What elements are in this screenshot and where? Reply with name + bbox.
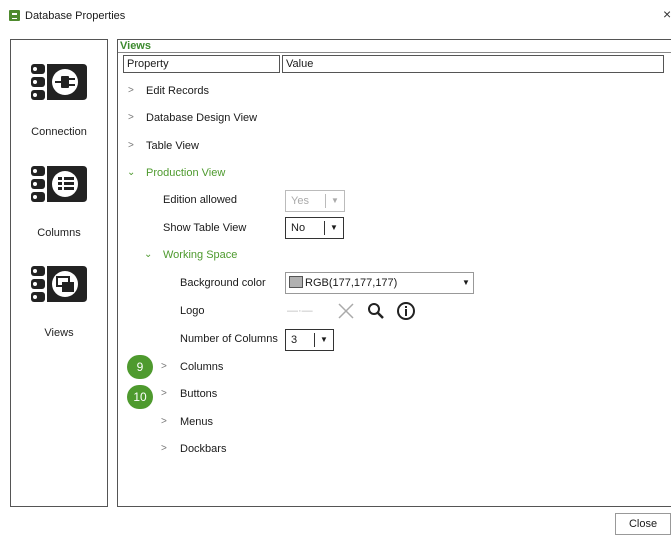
chevron-down-icon[interactable]: ⌄ bbox=[144, 245, 152, 265]
window-title: Database Properties bbox=[25, 10, 126, 22]
tree-label: Table View bbox=[146, 140, 199, 152]
chevron-right-icon[interactable]: > bbox=[128, 108, 134, 128]
properties-panel: Views Property Value > Edit Records > Da… bbox=[117, 39, 671, 507]
chevron-down-icon[interactable]: ⌄ bbox=[127, 163, 135, 183]
chevron-right-icon[interactable]: > bbox=[161, 412, 167, 432]
tree-label: Database Design View bbox=[146, 112, 258, 124]
server-columns-icon bbox=[31, 166, 87, 202]
server-plug-icon bbox=[31, 64, 87, 100]
server-views-icon bbox=[31, 266, 87, 302]
number-of-columns-select[interactable]: 3 ▼ bbox=[285, 329, 334, 351]
chevron-right-icon[interactable]: > bbox=[128, 136, 134, 156]
property-label-logo: Logo bbox=[180, 305, 205, 317]
chevron-right-icon[interactable]: > bbox=[161, 357, 167, 377]
chevron-right-icon[interactable]: > bbox=[128, 81, 134, 101]
clear-icon[interactable] bbox=[337, 302, 355, 320]
dropdown-arrow-icon: ▼ bbox=[462, 278, 470, 287]
dropdown-arrow-icon: ▼ bbox=[320, 335, 328, 344]
search-icon[interactable] bbox=[367, 302, 385, 320]
color-swatch bbox=[289, 276, 303, 288]
logo-placeholder: —·— bbox=[287, 305, 313, 317]
chevron-right-icon[interactable]: > bbox=[161, 384, 167, 404]
chevron-right-icon[interactable]: > bbox=[161, 439, 167, 459]
property-label-number-of-columns: Number of Columns bbox=[180, 333, 278, 345]
sidebar-item-label: Connection bbox=[31, 126, 87, 138]
column-header-property[interactable]: Property bbox=[123, 55, 280, 73]
tree-label: Production View bbox=[146, 167, 226, 179]
title-bar: Database Properties × bbox=[0, 0, 671, 32]
dropdown-arrow-icon: ▼ bbox=[330, 223, 338, 232]
tree-label: Edit Records bbox=[146, 85, 209, 97]
property-label-show-table-view: Show Table View bbox=[163, 222, 247, 234]
edition-allowed-select[interactable]: Yes ▼ bbox=[285, 190, 345, 212]
select-separator bbox=[314, 333, 315, 347]
step-badge-10: 10 bbox=[127, 385, 153, 409]
dropdown-arrow-icon: ▼ bbox=[331, 196, 339, 205]
property-label-background-color: Background color bbox=[180, 277, 266, 289]
section-title: Views bbox=[120, 40, 151, 52]
close-button[interactable]: Close bbox=[615, 513, 671, 535]
column-header-value[interactable]: Value bbox=[282, 55, 664, 73]
sidebar-item-label: Columns bbox=[37, 227, 81, 239]
select-value: 3 bbox=[291, 334, 298, 346]
select-value: Yes bbox=[291, 195, 309, 207]
info-icon[interactable] bbox=[396, 301, 416, 321]
app-logo-icon bbox=[9, 10, 20, 21]
tree-label: Columns bbox=[180, 361, 224, 373]
tree-label: Dockbars bbox=[180, 443, 227, 455]
sidebar-item-label: Views bbox=[44, 327, 74, 339]
select-value: RGB(177,177,177) bbox=[305, 277, 398, 289]
tree-label: Buttons bbox=[180, 388, 218, 400]
close-window-button[interactable]: × bbox=[663, 6, 671, 22]
select-value: No bbox=[291, 222, 306, 234]
select-separator bbox=[324, 221, 325, 235]
select-separator bbox=[325, 194, 326, 208]
tree-label: Working Space bbox=[163, 249, 238, 261]
property-label-edition-allowed: Edition allowed bbox=[163, 194, 237, 206]
step-badge-9: 9 bbox=[127, 355, 153, 379]
sidebar: Connection Columns Views bbox=[10, 39, 108, 507]
header-divider bbox=[118, 52, 671, 53]
tree-label: Menus bbox=[180, 416, 214, 428]
background-color-select[interactable]: RGB(177,177,177) ▼ bbox=[285, 272, 474, 294]
show-table-view-select[interactable]: No ▼ bbox=[285, 217, 344, 239]
